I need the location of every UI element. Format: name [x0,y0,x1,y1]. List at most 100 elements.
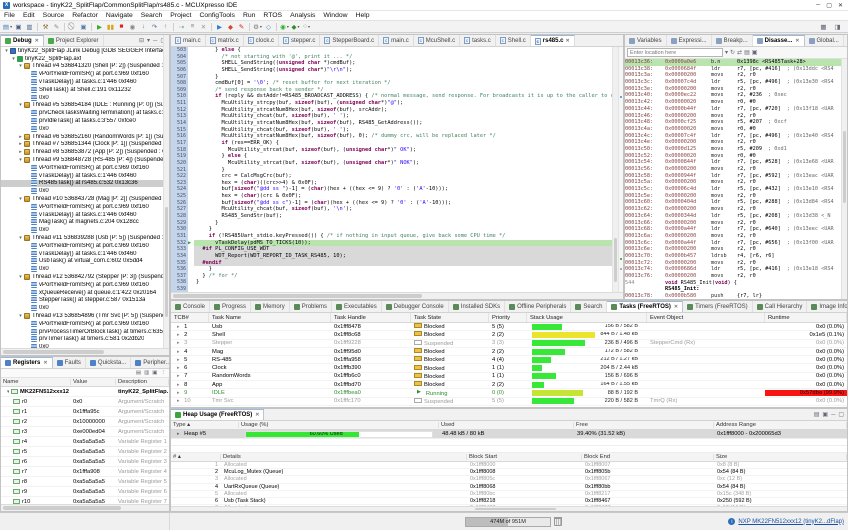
register-row[interactable]: r20x10000000Argument/Scratch [1,417,169,427]
editor-margin[interactable] [188,273,194,280]
disassembly-instruction[interactable]: 00013c58:0x0000944fldrr7, [pc, #592]; (0… [625,173,841,180]
col-runtime[interactable]: Runtime [765,313,847,322]
code-line[interactable]: 523 hex = (char)((crc>>4) & 0x0F); [171,180,612,187]
minimize-view-icon[interactable]: ─ [153,38,157,44]
code-line[interactable]: 535 #endif [171,260,612,267]
register-row[interactable]: r100xa5a5a5a5Variable Register 7 [1,497,169,504]
flash-icon[interactable]: ▶ [214,22,225,32]
code-line[interactable]: 525 hex = (char)(crc & 0x0F); [171,193,612,200]
debug-tree-item[interactable]: ▾tinyK22_SplitFlap.axf [1,55,163,63]
tab-timers-freertos[interactable]: Timers (FreeRTOS) [683,301,753,312]
heap-block-row[interactable]: 5Allocated0x1fff80bc0x1fff82170x15c (348… [171,491,847,498]
build-icon[interactable]: ⚒ [40,22,51,32]
save-icon[interactable]: ▣ [13,22,24,32]
editor-margin[interactable] [188,220,194,227]
disassembly-instruction[interactable]: 00013c4a:0x00000020movsr0, #0 [625,126,841,133]
disassembly-instruction[interactable]: 00013c3a:0x00000200movsr2, r0 [625,72,841,79]
step-return-icon[interactable]: ↑ [160,22,171,32]
editor-margin[interactable] [188,253,194,260]
debug-icon[interactable]: ◆▾ [290,22,301,32]
editor-tab-stepper-c[interactable]: cstepper.c [279,35,320,46]
tab-console[interactable]: Console [171,301,210,312]
stack-frame-item[interactable]: 0x0 [1,304,163,312]
tab-faults[interactable]: Faults [53,357,86,368]
editor-margin[interactable] [188,54,194,61]
target-device-link[interactable]: NXP MK22FN512xxx12 (tinyK2...dFlap) [738,519,844,525]
col-tcb[interactable]: TCB# [171,313,209,322]
tab-executables[interactable]: Executables [332,301,382,312]
editor-tab-mcushell-c[interactable]: cMcuShell.c [414,35,460,46]
menu-search[interactable]: Search [137,12,167,19]
editor-margin[interactable] [188,80,194,87]
col-used[interactable]: Used [439,422,574,428]
terminate-icon[interactable]: ■ [116,22,127,32]
col-details[interactable]: Details [221,454,467,460]
new-group-icon[interactable]: ▣ [152,370,157,376]
editor-margin[interactable] [188,193,194,200]
debug-horizontal-scrollbar[interactable] [1,348,169,355]
register-row[interactable]: r80xa5a5a5a5Variable Register 5 [1,477,169,487]
chevron-collapsed-icon[interactable]: ▸ [17,149,24,155]
chevron-collapsed-icon[interactable]: ▸ [174,340,183,346]
close-button[interactable]: ✕ [838,2,843,9]
thread-item[interactable]: ▾Thread #9 536848728 (RS-485 [P: 4]) (Su… [1,156,163,164]
disassembly-instruction[interactable]: 00013c64:0x0000344dldrr5, [pc, #208]; (0… [625,213,841,220]
menu-refactor[interactable]: Refactor [68,12,102,19]
code-line[interactable]: 516 McuUtility_strcatNum8Hex(buf, sizeof… [171,133,612,140]
stack-frame-item[interactable]: vPortYieldFromISR() at port.c:969 0xf160 [1,70,163,78]
chevron-collapsed-icon[interactable]: ▸ [174,332,183,338]
heap-row[interactable]: ▸ Heap #560.60% Used48.48 kB / 80 kB39.4… [171,430,847,439]
code-line[interactable]: 515 McuUtility_chcat(buf, sizeof(buf), '… [171,127,612,134]
register-row[interactable]: r60xa5a5a5a5Variable Register 3 [1,457,169,467]
editor-tab-rs485-c[interactable]: crs485.c✕ [531,35,575,46]
stack-frame-item[interactable]: ShellTask() at Shell.c:191 0x11232 [1,86,163,94]
task-row[interactable]: ▸ 3Stepper0x1fff9228Suspended3 (3)236 B … [171,340,847,348]
code-line[interactable]: 533 #if PL_CONFIG_USE_WDT [171,246,612,253]
minimize-button[interactable]: ─ [816,2,820,9]
menu-configtools[interactable]: ConfigTools [195,12,239,19]
editor-margin[interactable] [188,87,194,94]
disassembly-instruction[interactable]: 00013c6a:0x00000200movsr2, r0 [625,233,841,240]
heap-block-row[interactable]: 6Usb (Task Stack)0x1fff82180x1fff84670x2… [171,498,847,505]
view-menu-icon[interactable]: ⋮ [161,370,167,376]
code-line[interactable]: 507 } [171,74,612,81]
heap-memory-gauge[interactable]: 474M of 951M [465,517,551,527]
code-line[interactable]: 510 if (reply && dstAddr!=RS485_BROADCAS… [171,93,612,100]
editor-margin[interactable] [188,180,194,187]
chevron-expanded-icon[interactable]: ▾ [17,196,24,202]
run-icon[interactable]: ◉▾ [279,22,290,32]
code-line[interactable]: 528 RS485_SendStr(buf); [171,213,612,220]
tab-quicksta[interactable]: Quicksta... [86,357,131,368]
col-task-state[interactable]: Task State [411,313,489,322]
disassembly-instruction[interactable]: 00013c5e:0x00000200movsr2, r0 [625,193,841,200]
disassembly-instruction[interactable]: 00013c42:0x00000020movsr0, #0 [625,99,841,106]
code-line[interactable]: 505 SHELL_SendString((unsigned char *)cm… [171,60,612,67]
disassembly-label[interactable]: RS485_Init: [625,286,841,293]
editor-margin[interactable] [188,133,194,140]
stack-frame-item[interactable]: xQueueReceive() at queue.c:1'422 0x20164 [1,289,163,297]
disassembly-instruction[interactable]: 00013c4e:0x00000200movsr2, r0 [625,139,841,146]
chevron-collapsed-icon[interactable]: ▸ [174,390,183,396]
col-type[interactable]: Type ▴ [171,422,239,428]
editor-margin[interactable] [188,47,194,54]
view-menu-icon[interactable]: ▾ [147,37,150,44]
step-into-icon[interactable]: ↓ [138,22,149,32]
disassembly-instruction[interactable]: 00013c40:0x0000ec22movsr2, #236; 0xec [625,92,841,99]
chevron-collapsed-icon[interactable]: ▸ [174,431,183,437]
code-editor[interactable]: 503 } else {504 /* not starting with '@'… [171,47,612,292]
disassembly-instruction[interactable]: 00013c3c:0x00007c4dldrr5, [pc, #496]; (0… [625,79,841,86]
editor-margin[interactable] [188,67,194,74]
menu-file[interactable]: File [0,12,19,19]
disassembly-instruction[interactable]: 00013c3e:0x00000200movsr2, r0 [625,86,841,93]
maximize-view-icon[interactable]: ▢ [838,411,844,418]
minimize-view-icon[interactable]: ─ [831,412,835,418]
code-line[interactable]: 522 crc = CalcMsgCrc(buf); [171,173,612,180]
editor-margin[interactable] [188,100,194,107]
code-line[interactable]: 532▶ vTaskDelay(pdMS_TO_TICKS(10)); [171,240,612,247]
code-line[interactable]: 503 } else { [171,47,612,54]
stack-frame-item[interactable]: 0x0 [1,187,163,195]
col-size[interactable]: Size [714,454,847,460]
disassembly-instruction[interactable]: 00013c46:0x00000200movsr2, r0 [625,113,841,120]
menu-source[interactable]: Source [39,12,69,19]
close-tab-icon[interactable]: ✕ [565,38,569,44]
